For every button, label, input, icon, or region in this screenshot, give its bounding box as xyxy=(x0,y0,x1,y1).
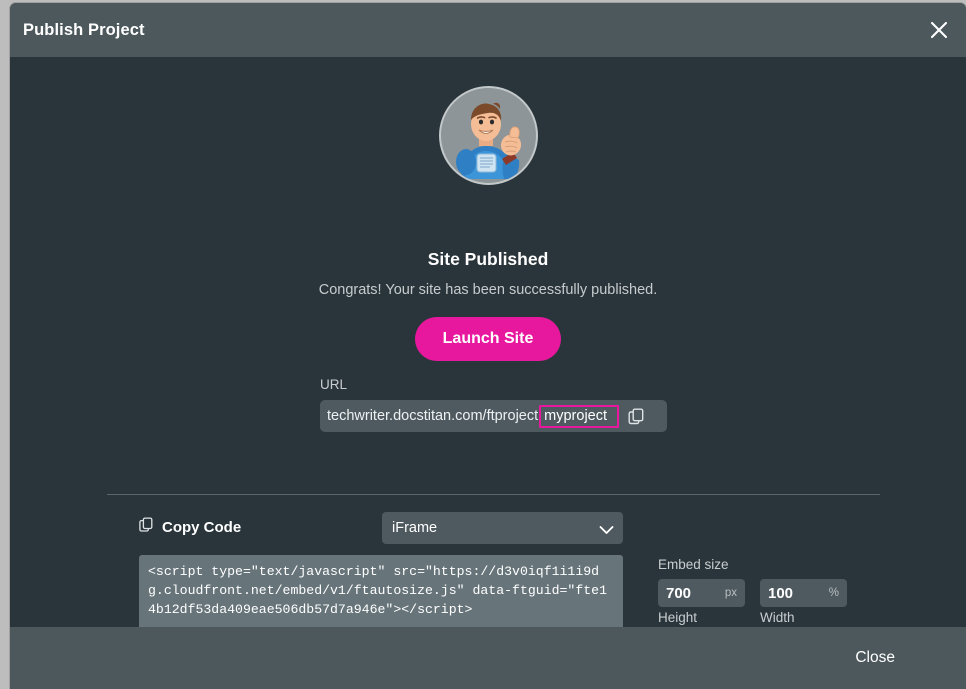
embed-width-unit: % xyxy=(829,587,839,599)
embed-width-caption: Width xyxy=(760,610,795,625)
close-button[interactable]: Close xyxy=(847,643,903,673)
superhero-thumbs-up-avatar-icon xyxy=(441,88,532,179)
embed-type-select[interactable]: iFrame xyxy=(382,512,623,544)
copy-url-icon[interactable] xyxy=(625,405,647,427)
launch-button-wrapper: Launch Site xyxy=(10,317,966,361)
modal-footer: Close xyxy=(10,627,966,689)
publish-project-modal: Publish Project xyxy=(10,3,966,689)
close-icon[interactable] xyxy=(920,11,958,49)
url-slug-input[interactable] xyxy=(539,405,619,428)
modal-body: Site Published Congrats! Your site has b… xyxy=(10,57,966,627)
launch-site-button[interactable]: Launch Site xyxy=(415,317,562,361)
url-field-row: techwriter.docstitan.com/ftproject xyxy=(320,400,667,432)
copy-code-button[interactable]: Copy Code xyxy=(139,517,241,538)
embed-height-field: px xyxy=(658,579,745,607)
url-static-text: techwriter.docstitan.com/ftproject xyxy=(327,408,538,424)
embed-width-field: % xyxy=(760,579,847,607)
published-subtitle: Congrats! Your site has been successfull… xyxy=(10,282,966,298)
page-title: Publish Project xyxy=(23,21,145,40)
avatar xyxy=(439,86,538,185)
avatar-wrapper xyxy=(10,86,966,185)
published-title: Site Published xyxy=(10,249,966,270)
modal-header: Publish Project xyxy=(10,3,966,57)
copy-code-label: Copy Code xyxy=(162,519,241,536)
embed-size-label: Embed size xyxy=(658,557,729,572)
url-label: URL xyxy=(320,377,347,392)
copy-icon xyxy=(139,517,154,538)
section-divider xyxy=(107,494,880,495)
embed-height-caption: Height xyxy=(658,610,697,625)
embed-height-unit: px xyxy=(725,587,737,599)
embed-width-input[interactable] xyxy=(768,585,825,602)
embed-height-input[interactable] xyxy=(666,585,721,602)
